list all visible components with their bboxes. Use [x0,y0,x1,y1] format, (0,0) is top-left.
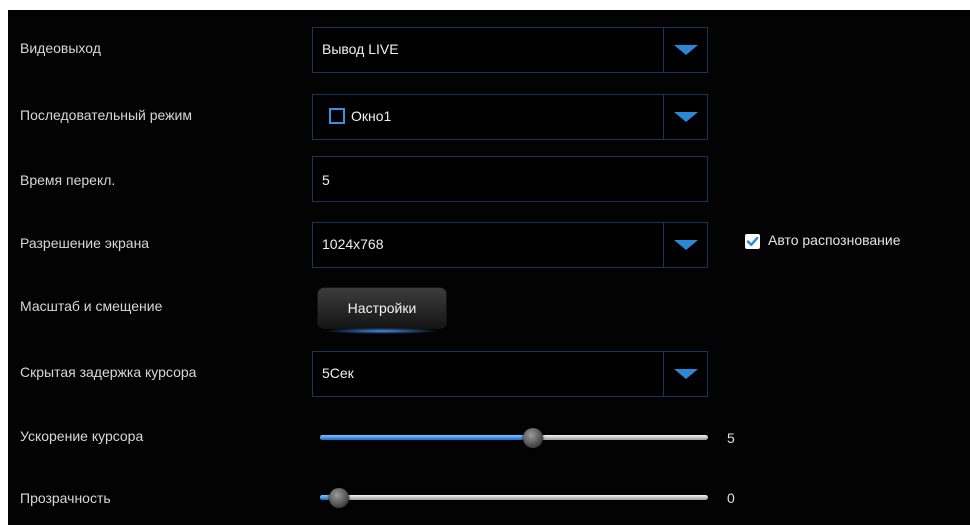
triangle-down-icon [673,112,698,122]
cursor-hide-delay-dropdown-button[interactable] [663,352,707,396]
cursor-acceleration-slider[interactable] [320,428,708,448]
transparency-slider[interactable] [320,488,708,508]
resolution-value: 1024x768 [322,236,384,252]
scale-offset-label: Масштаб и смещение [20,298,163,314]
cursor-acceleration-label: Ускорение курсора [20,428,144,444]
auto-detect-checkbox[interactable] [745,234,760,249]
button-glow [324,328,440,334]
slider-thumb[interactable] [523,428,544,448]
display-settings-panel: Видеовыход Вывод LIVE Последовательный р… [8,10,970,525]
triangle-down-icon [673,45,698,55]
cursor-hide-delay-label: Скрытая задержка курсора [20,364,197,380]
triangle-down-icon [673,240,698,250]
sequence-mode-value-wrap: Окно1 [329,107,392,124]
transparency-label: Прозрачность [20,490,111,506]
slider-fill [320,435,534,440]
auto-detect-label: Авто распознование [768,232,901,248]
slider-track [320,495,708,500]
slider-thumb[interactable] [329,488,350,508]
sequence-mode-label: Последовательный режим [20,107,192,123]
triangle-down-icon [673,369,698,379]
cursor-hide-delay-select[interactable]: 5Сек [312,351,708,397]
sequence-mode-select[interactable]: Окно1 [312,94,708,140]
video-output-value: Вывод LIVE [322,41,399,57]
video-output-dropdown-button[interactable] [663,28,707,72]
settings-button-label: Настройки [347,300,417,316]
resolution-select[interactable]: 1024x768 [312,222,708,268]
resolution-dropdown-button[interactable] [663,223,707,267]
resolution-label: Разрешение экрана [20,235,150,251]
sequence-mode-dropdown-button[interactable] [663,95,707,139]
video-output-label: Видеовыход [20,40,101,56]
transparency-value: 0 [727,490,735,506]
cursor-acceleration-value: 5 [727,430,735,446]
video-output-select[interactable]: Вывод LIVE [312,27,708,73]
switch-time-input[interactable]: 5 [312,156,708,202]
checkmark-icon [746,236,759,246]
switch-time-value: 5 [322,172,330,188]
settings-button[interactable]: Настройки [318,288,446,334]
cursor-hide-delay-value: 5Сек [322,365,354,381]
switch-time-label: Время перекл. [20,172,116,188]
sequence-mode-value: Окно1 [351,108,392,124]
sequence-mode-checkbox[interactable] [329,107,345,124]
